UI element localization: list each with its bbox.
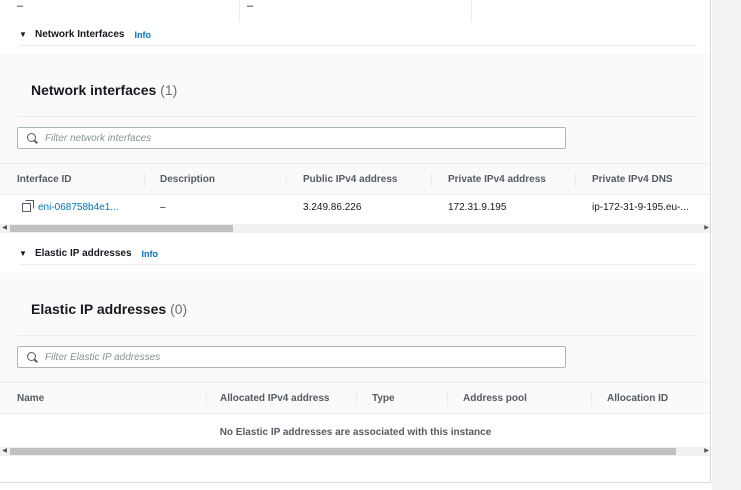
column-header-allocated-ipv4[interactable]: Allocated IPv4 address bbox=[220, 383, 330, 414]
column-separator bbox=[286, 173, 287, 187]
horizontal-scrollbar[interactable]: ◀ ▶ bbox=[0, 447, 710, 456]
details-value-2: – bbox=[247, 0, 254, 12]
scrollbar-thumb[interactable] bbox=[10, 225, 233, 232]
item-count: (0) bbox=[170, 301, 188, 317]
section-title: Elastic IP addresses bbox=[35, 248, 132, 259]
card-title-text: Network interfaces bbox=[31, 82, 157, 98]
details-value-1: – bbox=[17, 0, 24, 12]
instance-details-panel: – – ▼ Network Interfaces Info Network in… bbox=[0, 0, 711, 483]
private-ipv4-cell: 172.31.9.195 bbox=[448, 202, 507, 213]
network-interfaces-section-header[interactable]: ▼ Network Interfaces Info bbox=[19, 24, 696, 46]
right-gutter bbox=[712, 0, 741, 490]
column-header-private-dns[interactable]: Private IPv4 DNS bbox=[592, 164, 673, 195]
filter-elastic-ip[interactable] bbox=[17, 346, 566, 368]
scroll-left-arrow-icon[interactable]: ◀ bbox=[0, 447, 9, 456]
description-cell: – bbox=[160, 202, 166, 213]
column-separator bbox=[447, 392, 448, 406]
column-separator bbox=[591, 392, 592, 406]
elastic-ip-section-header[interactable]: ▼ Elastic IP addresses Info bbox=[19, 243, 696, 265]
scroll-right-arrow-icon[interactable]: ▶ bbox=[702, 447, 710, 456]
search-icon bbox=[26, 351, 39, 364]
column-header-public-ipv4[interactable]: Public IPv4 address bbox=[303, 164, 398, 195]
column-divider bbox=[471, 0, 472, 22]
info-link[interactable]: Info bbox=[142, 249, 159, 259]
column-header-name[interactable]: Name bbox=[17, 383, 44, 414]
divider bbox=[17, 116, 696, 117]
caret-down-icon[interactable]: ▼ bbox=[19, 30, 29, 39]
interface-id-link[interactable]: eni-068758b4e1... bbox=[22, 195, 147, 221]
column-divider bbox=[239, 0, 240, 22]
column-separator bbox=[431, 173, 432, 187]
private-dns-cell: ip-172-31-9-195.eu-... bbox=[592, 202, 689, 213]
section-title: Network Interfaces bbox=[35, 29, 125, 40]
public-ipv4-cell: 3.249.86.226 bbox=[303, 202, 362, 213]
details-top-row: – – bbox=[0, 0, 710, 22]
card-title: Elastic IP addresses (0) bbox=[31, 301, 187, 317]
interface-id-text[interactable]: eni-068758b4e1... bbox=[38, 202, 119, 213]
search-icon bbox=[26, 132, 39, 145]
column-separator bbox=[575, 173, 576, 187]
column-header-allocation-id[interactable]: Allocation ID bbox=[607, 383, 668, 414]
elastic-ip-card: Elastic IP addresses (0) bbox=[0, 273, 710, 383]
column-separator bbox=[144, 173, 145, 187]
column-header-private-ipv4[interactable]: Private IPv4 address bbox=[448, 164, 546, 195]
column-header-address-pool[interactable]: Address pool bbox=[463, 383, 527, 414]
card-title-text: Elastic IP addresses bbox=[31, 301, 167, 317]
info-link[interactable]: Info bbox=[134, 30, 151, 40]
table-row: eni-068758b4e1... – 3.249.86.226 172.31.… bbox=[0, 195, 710, 221]
network-interfaces-card: Network interfaces (1) bbox=[0, 54, 710, 164]
card-title: Network interfaces (1) bbox=[31, 82, 177, 98]
search-input[interactable] bbox=[45, 132, 545, 144]
column-header-interface-id[interactable]: Interface ID bbox=[17, 164, 71, 195]
horizontal-scrollbar[interactable]: ◀ ▶ bbox=[0, 224, 710, 233]
divider bbox=[17, 335, 696, 336]
search-input[interactable] bbox=[45, 351, 545, 363]
item-count: (1) bbox=[160, 82, 178, 98]
copy-icon[interactable] bbox=[22, 200, 34, 212]
column-header-type[interactable]: Type bbox=[372, 383, 395, 414]
column-separator bbox=[206, 392, 207, 406]
filter-network-interfaces[interactable] bbox=[17, 127, 566, 149]
scroll-right-arrow-icon[interactable]: ▶ bbox=[702, 224, 710, 233]
elastic-ip-table-header: Name Allocated IPv4 address Type Address… bbox=[0, 382, 710, 414]
network-interfaces-table-header: Interface ID Description Public IPv4 add… bbox=[0, 163, 710, 195]
column-header-description[interactable]: Description bbox=[160, 164, 215, 195]
empty-state-message: No Elastic IP addresses are associated w… bbox=[219, 427, 492, 438]
scrollbar-thumb[interactable] bbox=[10, 448, 676, 455]
caret-down-icon[interactable]: ▼ bbox=[19, 249, 29, 258]
scroll-left-arrow-icon[interactable]: ◀ bbox=[0, 224, 9, 233]
column-separator bbox=[356, 392, 357, 406]
